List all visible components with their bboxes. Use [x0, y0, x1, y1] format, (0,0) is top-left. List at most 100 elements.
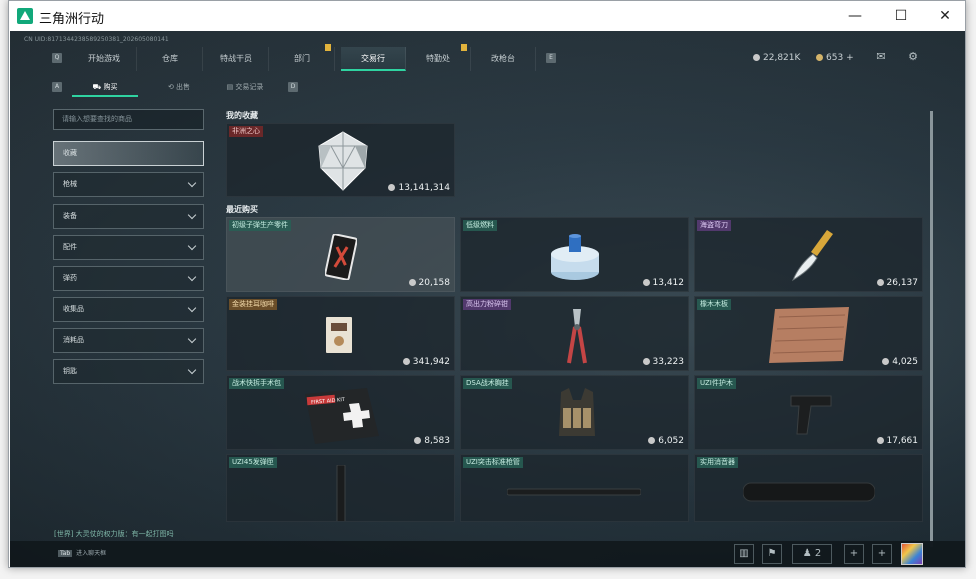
- results-scrollbar-thumb[interactable]: [930, 111, 933, 541]
- ammo-part-card-icon: [325, 234, 357, 280]
- notice-icon[interactable]: ⚑: [762, 544, 782, 564]
- item-price: 13,141,314: [388, 183, 450, 193]
- chevron-down-icon: [187, 303, 197, 313]
- item-card[interactable]: 实用消音器: [694, 454, 923, 522]
- category-attachments[interactable]: 配件: [53, 235, 204, 260]
- item-card[interactable]: 初级子弹生产零件 20,158: [226, 217, 455, 292]
- cutlass-icon: [791, 230, 833, 282]
- maximize-button[interactable]: ☐: [878, 1, 924, 31]
- subtab-prev-key[interactable]: A: [52, 82, 62, 92]
- chevron-down-icon: [187, 365, 197, 375]
- category-favorites[interactable]: 收藏: [53, 141, 204, 166]
- nav-prev-key[interactable]: Q: [52, 53, 62, 63]
- item-price: 341,942: [402, 357, 450, 367]
- tab-gunsmith[interactable]: 改枪台: [471, 47, 536, 71]
- category-ammo[interactable]: 弹药: [53, 266, 204, 291]
- add-currency-icon[interactable]: +: [846, 53, 854, 63]
- item-name: 高出力粉碎钳: [463, 299, 511, 310]
- silver-coin-icon: [414, 437, 422, 444]
- tab-key-badge: Tab: [58, 550, 73, 557]
- silver-coin-icon: [882, 358, 890, 365]
- title-bar: 三角洲行动 — ☐ ✕: [9, 1, 965, 31]
- diamond-icon: [318, 131, 368, 191]
- tab-label: 开始游戏: [88, 54, 120, 63]
- gear-icon[interactable]: ⚙: [906, 51, 920, 63]
- tab-label: 特战干员: [220, 54, 252, 63]
- tab-special-service[interactable]: 特勤处: [406, 44, 471, 71]
- item-name: 金装挂耳咖啡: [229, 299, 277, 310]
- add-squad-button-2[interactable]: +: [872, 544, 892, 564]
- gold-balance[interactable]: 653 +: [816, 53, 854, 63]
- price-value: 13,412: [652, 278, 685, 288]
- subtab-buy[interactable]: ⛟ 购买: [72, 77, 138, 97]
- category-label: 弹药: [63, 274, 77, 282]
- silver-coin-icon: [642, 279, 650, 286]
- tab-label: 仓库: [162, 54, 178, 63]
- avatar[interactable]: [901, 543, 923, 565]
- stats-icon[interactable]: ▥: [734, 544, 754, 564]
- silver-balance: 22,821K: [753, 53, 800, 63]
- category-label: 枪械: [63, 180, 77, 188]
- silver-coin-icon: [876, 437, 884, 444]
- item-price: 8,583: [414, 436, 450, 446]
- item-card[interactable]: 高出力粉碎钳 33,223: [460, 296, 689, 371]
- item-card[interactable]: 战术快拆手术包 FIRST AID KIT 8,583: [226, 375, 455, 450]
- gold-amount: 653: [826, 53, 844, 63]
- item-name: 橡木木板: [697, 299, 731, 310]
- item-card[interactable]: DSA战术胸挂 6,052: [460, 375, 689, 450]
- search-input[interactable]: 请输入想要查找的商品: [53, 109, 204, 130]
- tab-label: 特勤处: [426, 54, 450, 63]
- app-logo-icon: [17, 8, 33, 24]
- silver-coin-icon: [408, 279, 416, 286]
- silver-coin-icon: [876, 279, 884, 286]
- subtab-next-key[interactable]: D: [288, 82, 298, 92]
- category-keys[interactable]: 钥匙: [53, 359, 204, 384]
- mail-icon[interactable]: ✉: [874, 51, 888, 63]
- category-equipment[interactable]: 装备: [53, 204, 204, 229]
- tab-trading-market[interactable]: 交易行: [341, 47, 406, 71]
- item-name: 海盗弯刀: [697, 220, 731, 231]
- item-card[interactable]: UZI件护木 17,661: [694, 375, 923, 450]
- chat-shortcut[interactable]: Tab 进入聊天框: [58, 548, 106, 557]
- minimize-button[interactable]: —: [832, 1, 878, 31]
- item-card[interactable]: 低级燃料 13,412: [460, 217, 689, 292]
- oak-plank-icon: [769, 307, 849, 363]
- tab-warehouse[interactable]: 仓库: [138, 47, 203, 71]
- item-name: UZI件护木: [697, 378, 736, 389]
- handguard-icon: [790, 395, 832, 435]
- tab-department[interactable]: 部门: [270, 44, 335, 71]
- price-value: 20,158: [418, 278, 451, 288]
- item-card[interactable]: 金装挂耳咖啡 341,942: [226, 296, 455, 371]
- coffee-pack-icon: [326, 317, 352, 353]
- tab-label: 改枪台: [491, 54, 515, 63]
- price-value: 26,137: [886, 278, 919, 288]
- subtab-records[interactable]: ▤ 交易记录: [212, 77, 278, 97]
- price-value: 341,942: [412, 357, 450, 367]
- item-card[interactable]: 非洲之心 13,141,314: [226, 123, 455, 197]
- category-consumables[interactable]: 消耗品: [53, 328, 204, 353]
- tab-start-game[interactable]: 开始游戏: [72, 47, 137, 71]
- chat-message: [世界] 大灵仗的权力版：有一起打图吗: [54, 530, 174, 538]
- add-squad-button[interactable]: +: [844, 544, 864, 564]
- tab-operators[interactable]: 特战干员: [204, 47, 269, 71]
- category-guns[interactable]: 枪械: [53, 172, 204, 197]
- price-value: 13,141,314: [398, 183, 450, 193]
- chest-rig-icon: [559, 388, 595, 436]
- close-button[interactable]: ✕: [922, 1, 968, 31]
- magazine-icon: [336, 465, 346, 521]
- notification-flag-icon: [461, 44, 467, 51]
- price-value: 17,661: [886, 436, 919, 446]
- item-card[interactable]: UZI突击标准枪管: [460, 454, 689, 522]
- category-collectibles[interactable]: 收集品: [53, 297, 204, 322]
- item-price: 6,052: [648, 436, 684, 446]
- nav-next-key[interactable]: E: [546, 53, 556, 63]
- price-value: 6,052: [658, 436, 684, 446]
- item-card[interactable]: UZI45发弹匣: [226, 454, 455, 522]
- item-card[interactable]: 海盗弯刀 26,137: [694, 217, 923, 292]
- friends-button[interactable]: ♟ 2: [792, 544, 832, 564]
- silver-coin-icon: [402, 358, 410, 365]
- tab-label: 交易行: [361, 54, 385, 63]
- subtab-sell[interactable]: ⟲ 出售: [146, 77, 212, 97]
- item-card[interactable]: 橡木木板 4,025: [694, 296, 923, 371]
- medkit-icon: FIRST AID KIT: [305, 388, 379, 444]
